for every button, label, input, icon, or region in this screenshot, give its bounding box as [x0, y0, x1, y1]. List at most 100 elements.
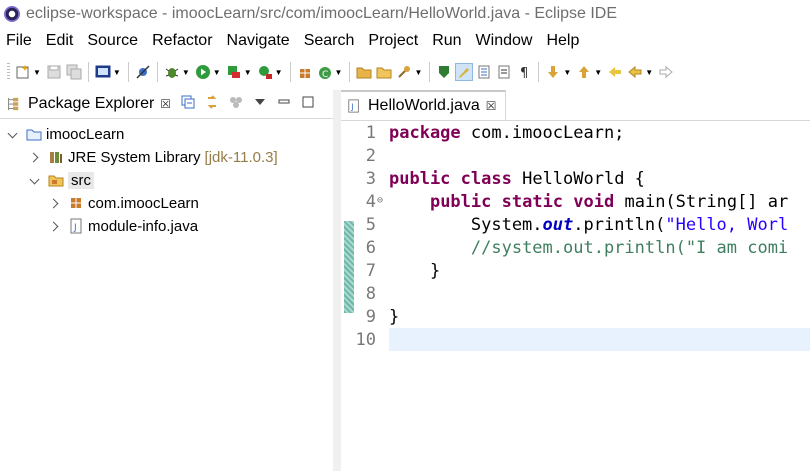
collapse-all-icon[interactable]	[180, 94, 196, 110]
run-icon[interactable]	[195, 64, 211, 80]
search-icon[interactable]	[396, 64, 412, 80]
debug-icon[interactable]	[164, 64, 180, 80]
tree-item-label: com.imoocLearn	[88, 194, 199, 212]
menu-source[interactable]: Source	[80, 32, 145, 50]
menu-help[interactable]: Help	[539, 32, 586, 50]
close-icon[interactable]: ☒	[486, 99, 497, 113]
search-dropdown-icon[interactable]: ▼	[414, 68, 422, 77]
tab-helloworld-java[interactable]: J HelloWorld.java ☒	[341, 90, 506, 120]
next-annotation-icon[interactable]	[545, 64, 561, 80]
package-icon	[68, 195, 84, 211]
line-number: 8	[365, 283, 376, 304]
new-icon[interactable]	[15, 64, 31, 80]
editor-tabbar: J HelloWorld.java ☒	[341, 90, 810, 121]
menu-refactor[interactable]: Refactor	[145, 32, 219, 50]
code-text: public static void main(String[] ar	[429, 191, 789, 212]
code-line: 4 ⊖ public static void main(String[] ar	[341, 190, 810, 213]
menu-project[interactable]: Project	[361, 32, 425, 50]
forward-icon[interactable]	[658, 64, 674, 80]
maximize-icon[interactable]	[300, 94, 316, 110]
block-selection-icon[interactable]	[476, 64, 492, 80]
back-dropdown-icon[interactable]: ▼	[645, 68, 653, 77]
open-type-icon[interactable]	[356, 64, 372, 80]
window-title: eclipse-workspace - imoocLearn/src/com/i…	[26, 4, 618, 22]
expand-toggle-icon[interactable]	[50, 221, 60, 231]
menu-file[interactable]: File	[0, 32, 39, 50]
expand-toggle-icon[interactable]	[30, 175, 40, 185]
save-all-icon[interactable]	[66, 64, 82, 80]
code-line: 9 }	[341, 305, 810, 328]
code-line: 7 }	[341, 259, 810, 282]
current-line-highlight	[389, 328, 810, 351]
tab-package-explorer-label: Package Explorer	[28, 95, 155, 112]
line-number: 2	[365, 145, 376, 166]
code-line: 1 package com.imoocLearn;	[341, 121, 810, 144]
next-annotation-dropdown-icon[interactable]: ▼	[563, 68, 571, 77]
coverage-dropdown-icon[interactable]: ▼	[244, 68, 252, 77]
tree-item-jre-library[interactable]: JRE System Library [jdk-11.0.3]	[30, 146, 278, 168]
pilcrow-icon[interactable]: ¶	[516, 64, 532, 80]
svg-text:C: C	[322, 70, 328, 80]
code-line: 5 System.out.println("Hello, Worl	[341, 213, 810, 236]
new-java-package-icon[interactable]	[297, 64, 313, 80]
expand-toggle-icon[interactable]	[8, 129, 18, 139]
back-icon[interactable]	[627, 64, 643, 80]
expand-toggle-icon[interactable]	[50, 198, 60, 208]
svg-text:J: J	[350, 103, 353, 112]
tree-item-package[interactable]: com.imoocLearn	[50, 192, 199, 214]
show-whitespace-icon[interactable]	[496, 64, 512, 80]
editor-tab-label: HelloWorld.java	[368, 97, 480, 114]
coverage-icon[interactable]	[226, 64, 242, 80]
new-dropdown-icon[interactable]: ▼	[33, 68, 41, 77]
java-file-icon: J	[347, 99, 361, 113]
toggle-mark-occurrences-icon[interactable]	[436, 64, 452, 80]
link-with-editor-icon[interactable]	[204, 94, 220, 110]
last-edit-icon[interactable]	[607, 64, 623, 80]
terminal-icon[interactable]	[95, 64, 111, 80]
package-explorer-view: Package Explorer ☒ imoocLearn JRE System…	[0, 90, 333, 471]
menu-run[interactable]: Run	[425, 32, 468, 50]
code-text: System.out.println("Hello, Worl	[389, 214, 789, 235]
terminal-dropdown-icon[interactable]: ▼	[113, 68, 121, 77]
toolbar-separator	[349, 62, 351, 82]
tree-item-module-info[interactable]: J module-info.java	[50, 215, 198, 237]
new-java-class-icon[interactable]: C	[317, 64, 333, 80]
toggle-highlight-icon[interactable]	[455, 63, 474, 81]
run-dropdown-icon[interactable]: ▼	[213, 68, 221, 77]
expand-toggle-icon[interactable]	[30, 152, 40, 162]
source-folder-icon	[48, 172, 64, 188]
view-menu-icon[interactable]	[252, 94, 268, 110]
line-number: 3	[365, 168, 376, 189]
tab-package-explorer[interactable]: Package Explorer ☒	[0, 90, 172, 118]
library-icon	[48, 149, 64, 165]
focus-on-active-task-icon[interactable]	[228, 94, 244, 110]
previous-annotation-dropdown-icon[interactable]: ▼	[594, 68, 602, 77]
menu-navigate[interactable]: Navigate	[220, 32, 297, 50]
external-tools-icon[interactable]	[257, 64, 273, 80]
code-line: 3 public class HelloWorld {	[341, 167, 810, 190]
new-class-dropdown-icon[interactable]: ▼	[335, 68, 343, 77]
menu-search[interactable]: Search	[297, 32, 362, 50]
debug-dropdown-icon[interactable]: ▼	[182, 68, 190, 77]
close-icon[interactable]: ☒	[160, 97, 171, 111]
code-line: 2	[341, 144, 810, 167]
fold-collapse-icon[interactable]: ⊖	[377, 195, 383, 206]
previous-annotation-icon[interactable]	[576, 64, 592, 80]
eclipse-icon	[4, 5, 20, 22]
code-line-current: 10	[341, 328, 810, 351]
code-text: }	[389, 306, 400, 327]
sash[interactable]	[333, 90, 341, 471]
java-editor: J HelloWorld.java ☒ 1 package com.imoocL…	[341, 90, 810, 471]
menu-edit[interactable]: Edit	[39, 32, 81, 50]
menu-window[interactable]: Window	[469, 32, 540, 50]
save-icon[interactable]	[46, 64, 62, 80]
open-task-icon[interactable]	[376, 64, 392, 80]
toolbar-separator	[289, 62, 291, 82]
external-tools-dropdown-icon[interactable]: ▼	[275, 68, 283, 77]
tree-item-src[interactable]: src	[30, 169, 94, 191]
skip-breakpoints-icon[interactable]	[135, 64, 151, 80]
tree-item-project[interactable]: imoocLearn	[8, 123, 124, 145]
minimize-icon[interactable]	[276, 94, 292, 110]
line-number: 5	[365, 214, 376, 235]
tree-item-label: module-info.java	[88, 217, 199, 235]
